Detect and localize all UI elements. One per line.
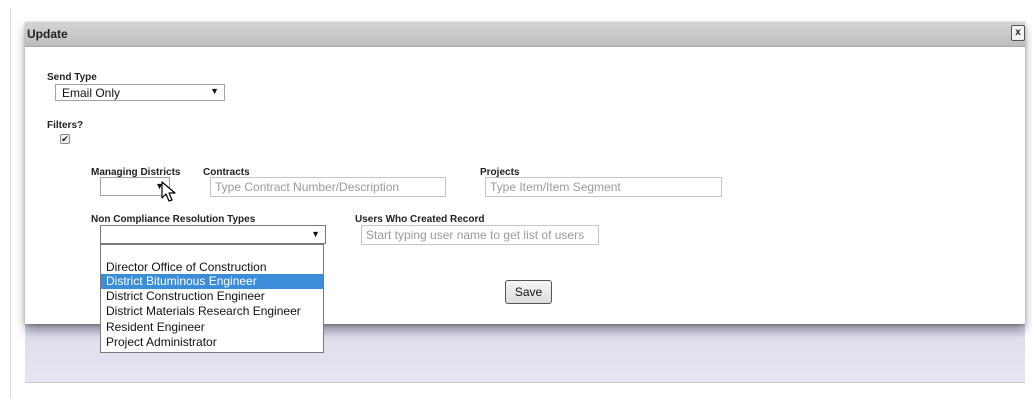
filters-checkbox[interactable]: ✔ <box>60 134 70 144</box>
dropdown-option[interactable]: Project Administrator <box>101 335 323 350</box>
dropdown-option[interactable] <box>101 246 323 261</box>
contracts-placeholder: Type Contract Number/Description <box>215 180 400 194</box>
dropdown-option[interactable]: District Materials Research Engineer <box>101 304 323 319</box>
dropdown-option[interactable]: Resident Engineer <box>101 320 323 335</box>
users-created-placeholder: Start typing user name to get list of us… <box>366 228 585 242</box>
non-compliance-select[interactable]: ▼ <box>100 225 326 244</box>
checkmark-icon: ✔ <box>61 134 69 144</box>
dialog-titlebar: Update x <box>25 22 1025 47</box>
managing-districts-select[interactable]: ▼ <box>100 177 170 196</box>
dialog-title: Update <box>27 27 68 41</box>
mouse-cursor-icon <box>161 181 176 202</box>
filters-label: Filters? <box>47 120 84 131</box>
close-button[interactable]: x <box>1011 25 1025 41</box>
dropdown-option[interactable]: District Construction Engineer <box>101 289 323 304</box>
projects-input[interactable]: Type Item/Item Segment <box>485 177 722 197</box>
users-created-label: Users Who Created Record <box>355 214 485 225</box>
dropdown-option-highlighted[interactable]: District Bituminous Engineer <box>101 274 323 289</box>
chevron-down-icon: ▼ <box>210 86 219 96</box>
save-button[interactable]: Save <box>505 280 552 304</box>
send-type-value: Email Only <box>62 86 121 100</box>
non-compliance-dropdown-list: Director Office of Construction District… <box>100 244 324 353</box>
non-compliance-label: Non Compliance Resolution Types <box>91 214 256 225</box>
contracts-input[interactable]: Type Contract Number/Description <box>210 177 446 197</box>
left-divider <box>10 8 11 398</box>
send-type-select[interactable]: Email Only ▼ <box>55 84 225 101</box>
projects-placeholder: Type Item/Item Segment <box>490 180 621 194</box>
send-type-label: Send Type <box>47 72 97 83</box>
close-icon: x <box>1015 27 1021 38</box>
users-created-input[interactable]: Start typing user name to get list of us… <box>361 225 599 245</box>
dropdown-option[interactable]: Director Office of Construction <box>101 260 323 275</box>
chevron-down-icon: ▼ <box>311 229 320 239</box>
